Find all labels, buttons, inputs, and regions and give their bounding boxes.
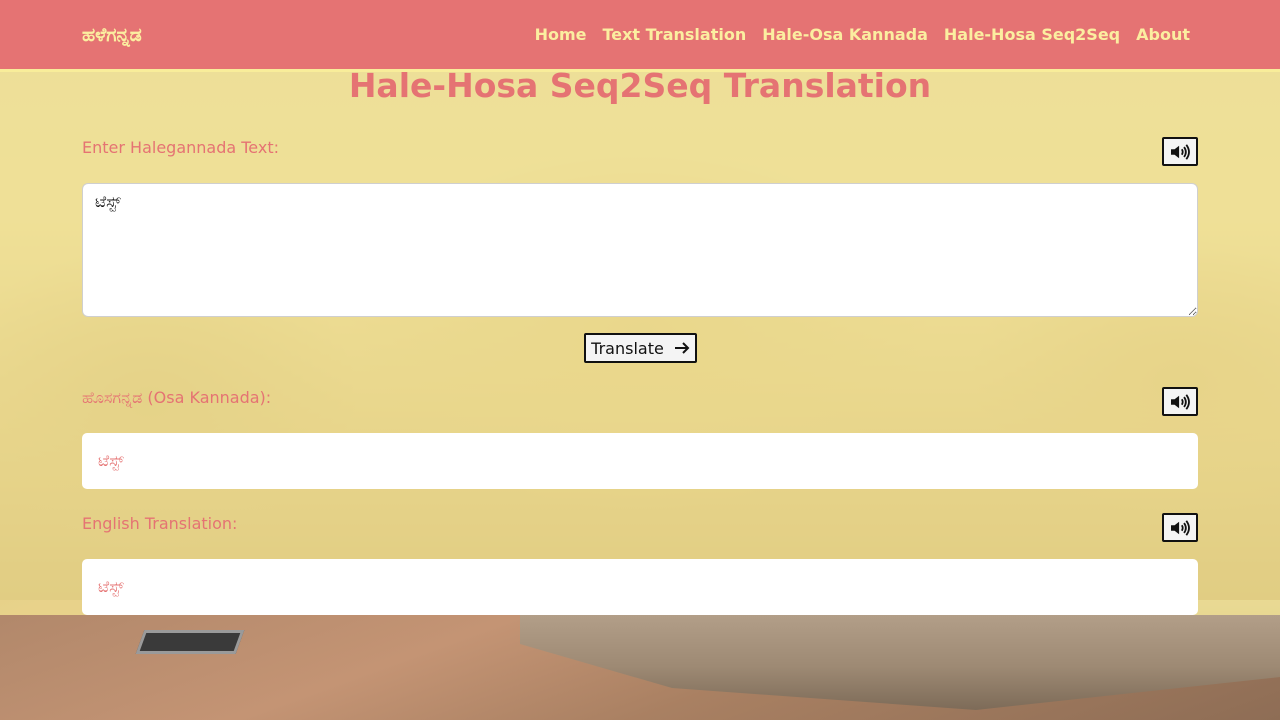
nav-link-about[interactable]: About [1136,25,1190,44]
stone-plinth [520,600,1280,710]
brand-logo[interactable]: ಹಳೆಗನ್ನಡ [82,24,142,46]
english-translation-output: ಟೆಸ್ಟ್ [82,559,1198,615]
input-label: Enter Halegannada Text: [82,138,279,157]
osa-kannada-output-text: ಟೆಸ್ಟ್ [98,451,124,470]
english-translation-output-text: ಟೆಸ್ಟ್ [98,577,124,596]
floor-grate [135,630,245,654]
nav-link-hale-osa-kannada[interactable]: Hale-Osa Kannada [762,25,928,44]
translate-button[interactable]: Translate [584,333,697,363]
nav-link-text-translation[interactable]: Text Translation [602,25,746,44]
halegannada-text-input[interactable]: ಟೆಸ್ಟ್ [82,183,1198,317]
speak-osa-kannada-button[interactable] [1162,387,1198,416]
speaker-icon [1171,393,1190,410]
speak-english-button[interactable] [1162,513,1198,542]
nav-link-home[interactable]: Home [535,25,587,44]
nav-link-hale-hosa-seq2seq[interactable]: Hale-Hosa Seq2Seq [944,25,1120,44]
speaker-icon [1171,519,1190,536]
speaker-icon [1171,143,1190,160]
background-ground [0,600,1280,720]
translate-button-label: Translate [591,338,664,358]
osa-kannada-label: ಹೊಸಗನ್ನಡ (Osa Kannada): [82,388,272,407]
english-translation-label: English Translation: [82,514,238,533]
nav-links: Home Text Translation Hale-Osa Kannada H… [535,25,1190,44]
arrow-right-icon [674,342,690,354]
page-title: Hale-Hosa Seq2Seq Translation [348,66,932,105]
navbar: ಹಳೆಗನ್ನಡ Home Text Translation Hale-Osa … [0,0,1280,72]
osa-kannada-output: ಟೆಸ್ಟ್ [82,433,1198,489]
speak-input-button[interactable] [1162,137,1198,166]
